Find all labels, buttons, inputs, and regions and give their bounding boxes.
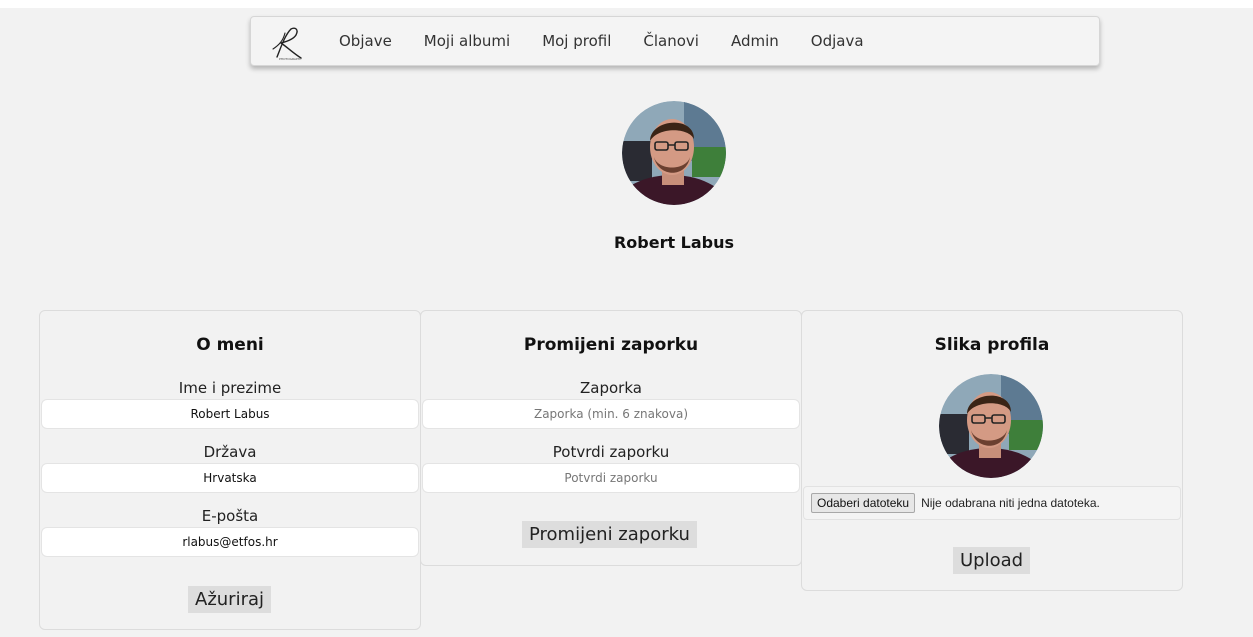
confirm-password-label: Potvrdi zaporku bbox=[552, 443, 670, 461]
email-label: E-pošta bbox=[201, 507, 259, 525]
password-title: Promijeni zaporku bbox=[523, 335, 699, 355]
update-button[interactable]: Ažuriraj bbox=[188, 586, 272, 613]
about-panel: O meni Ime i prezime Država E-pošta Ažur… bbox=[39, 310, 421, 630]
photo-preview-avatar bbox=[939, 374, 1043, 478]
about-title: O meni bbox=[196, 335, 264, 355]
country-input[interactable] bbox=[41, 463, 419, 493]
profile-avatar bbox=[622, 101, 726, 205]
nav-objave[interactable]: Objave bbox=[339, 32, 392, 50]
password-panel: Promijeni zaporku Zaporka Potvrdi zapork… bbox=[420, 310, 802, 566]
choose-file-button[interactable]: Odaberi datoteku bbox=[811, 493, 916, 513]
profile-name: Robert Labus bbox=[613, 233, 735, 252]
photo-title: Slika profila bbox=[934, 335, 1050, 355]
country-label: Država bbox=[203, 443, 257, 461]
file-status: Nije odabrana niti jedna datoteka. bbox=[921, 496, 1100, 510]
change-password-button[interactable]: Promijeni zaporku bbox=[522, 521, 697, 548]
navbar: PHOTOGRAPHY Objave Moji albumi Moj profi… bbox=[250, 16, 1100, 66]
nav-moj-profil[interactable]: Moj profil bbox=[542, 32, 611, 50]
password-label: Zaporka bbox=[580, 379, 642, 397]
svg-text:PHOTOGRAPHY: PHOTOGRAPHY bbox=[279, 57, 302, 61]
password-input[interactable] bbox=[422, 399, 800, 429]
name-label: Ime i prezime bbox=[178, 379, 282, 397]
upload-button[interactable]: Upload bbox=[953, 547, 1031, 574]
logo-icon[interactable]: PHOTOGRAPHY bbox=[269, 25, 305, 61]
nav-moji-albumi[interactable]: Moji albumi bbox=[424, 32, 510, 50]
nav-admin[interactable]: Admin bbox=[731, 32, 779, 50]
email-input[interactable] bbox=[41, 527, 419, 557]
nav-clanovi[interactable]: Članovi bbox=[643, 32, 699, 50]
file-picker: Odaberi datoteku Nije odabrana niti jedn… bbox=[803, 486, 1181, 520]
name-input[interactable] bbox=[41, 399, 419, 429]
nav-links: Objave Moji albumi Moj profil Članovi Ad… bbox=[339, 17, 896, 65]
top-band bbox=[0, 0, 1253, 8]
confirm-password-input[interactable] bbox=[422, 463, 800, 493]
profile-page: PHOTOGRAPHY Objave Moji albumi Moj profi… bbox=[0, 0, 1253, 637]
nav-odjava[interactable]: Odjava bbox=[811, 32, 864, 50]
